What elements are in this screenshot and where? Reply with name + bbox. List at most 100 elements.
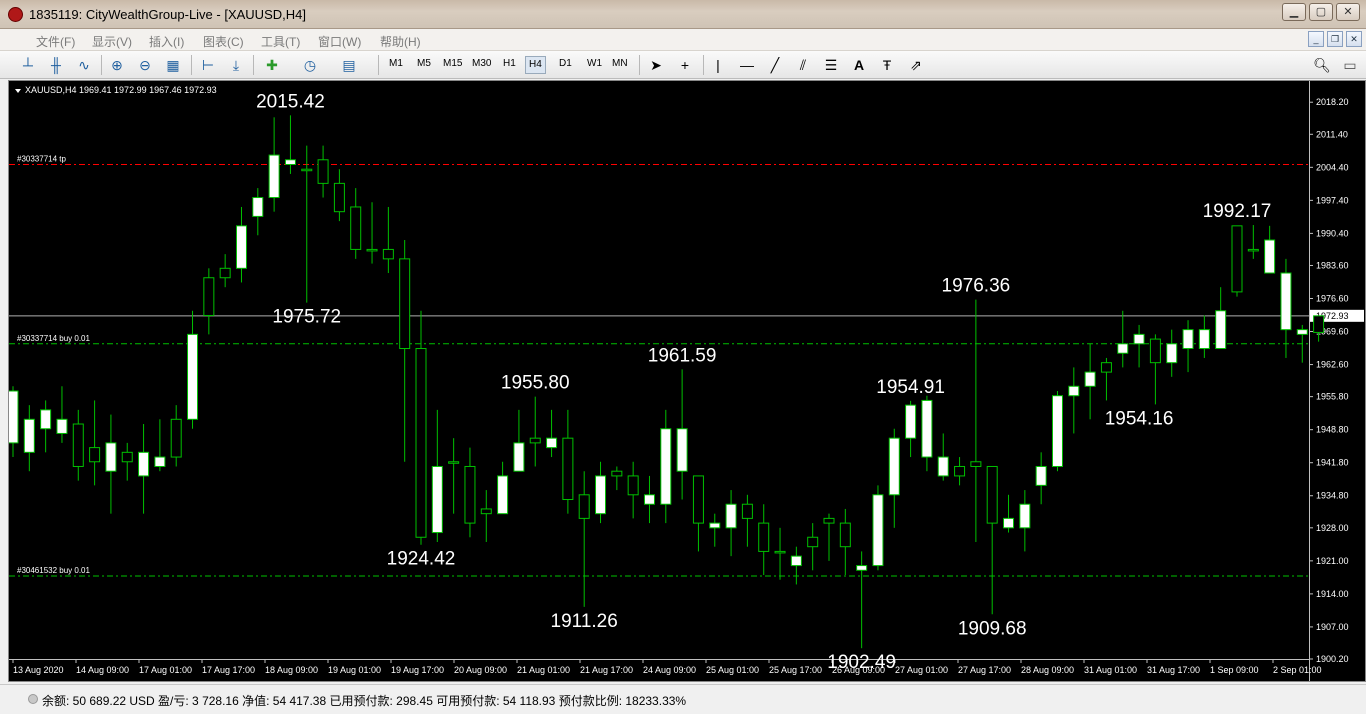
bear-candle: [1264, 239, 1276, 274]
bull-candle: [366, 248, 378, 252]
order-line-label: #30337714 tp: [17, 154, 66, 163]
zoom-out-icon[interactable]: ⊖: [135, 55, 155, 75]
timeframe-h4[interactable]: H4: [525, 56, 546, 74]
timeframe-mn[interactable]: MN: [612, 58, 628, 69]
bull-candle: [170, 418, 182, 458]
bull-candle: [219, 267, 231, 279]
bull-candle: [121, 451, 133, 463]
tile-windows-icon[interactable]: ▦: [163, 55, 183, 75]
bull-candle: [529, 437, 541, 444]
price-chart[interactable]: 2018.20 2011.40 2004.40 1997.40 1990.40 1983.…: [9, 81, 1365, 681]
price-tick-label: 1955.80: [1316, 392, 1349, 402]
bull-candle: [741, 503, 753, 519]
timeframe-m5[interactable]: M5: [417, 58, 431, 69]
bear-candle: [23, 418, 35, 453]
bear-candle: [497, 475, 509, 515]
timeframe-d1[interactable]: D1: [559, 58, 572, 69]
bear-candle: [1117, 343, 1129, 354]
menu-view[interactable]: 显示(V): [92, 33, 132, 50]
time-tick-label: 31 Aug 01:00: [1084, 665, 1137, 675]
menu-charts[interactable]: 图表(C): [203, 33, 244, 50]
price-tick-label: 1990.40: [1316, 228, 1349, 238]
menu-insert[interactable]: 插入(I): [149, 33, 184, 50]
bear-candle: [1003, 517, 1015, 529]
price-tick-label: 1941.80: [1316, 458, 1349, 468]
maximize-button[interactable]: ▢: [1309, 3, 1333, 21]
menu-window[interactable]: 窗口(W): [318, 33, 361, 50]
order-line-label: #30337714 buy 0.01: [17, 334, 91, 343]
bull-candle: [986, 465, 998, 524]
trendline-icon[interactable]: ╱: [765, 55, 785, 75]
time-tick-label: 2 Sep 01:00: [1273, 665, 1322, 675]
timeframe-w1[interactable]: W1: [587, 58, 602, 69]
bear-candle: [154, 456, 166, 467]
price-tick-label: 1921.00: [1316, 556, 1349, 566]
periods-icon[interactable]: ◷: [300, 55, 320, 75]
chat-icon[interactable]: ▭: [1340, 55, 1360, 75]
price-tick-label: 2004.40: [1316, 162, 1349, 172]
search-icon[interactable]: 🔍︎: [1312, 55, 1332, 75]
bull-candle: [954, 465, 966, 477]
bear-candle: [138, 451, 150, 477]
cursor-icon[interactable]: ➤: [646, 55, 666, 75]
line-chart-icon[interactable]: ∿: [74, 55, 94, 75]
bear-candle: [1182, 329, 1194, 350]
bear-candle: [546, 437, 558, 449]
bear-candle: [856, 565, 868, 571]
bull-candle: [301, 168, 313, 172]
time-tick-label: 14 Aug 09:00: [76, 665, 129, 675]
price-tick-label: 2011.40: [1316, 129, 1348, 139]
time-tick-label: 17 Aug 17:00: [202, 665, 255, 675]
timeframe-m30[interactable]: M30: [472, 58, 491, 69]
bull-candle: [823, 517, 835, 524]
candlestick-icon[interactable]: ╫: [46, 55, 66, 75]
arrows-icon[interactable]: ⇗: [906, 55, 926, 75]
chart-shift-icon[interactable]: ⊢: [198, 55, 218, 75]
time-tick-label: 27 Aug 01:00: [895, 665, 948, 675]
time-tick-label: 19 Aug 17:00: [391, 665, 444, 675]
mdi-close-button[interactable]: ✕: [1346, 31, 1362, 47]
app-logo-icon: [8, 7, 23, 22]
bear-candle: [872, 494, 884, 567]
auto-scroll-icon[interactable]: ⤓: [226, 55, 246, 75]
price-annotation: 1911.26: [551, 611, 618, 632]
crosshair-icon[interactable]: +: [675, 55, 695, 75]
timeframe-m15[interactable]: M15: [443, 58, 462, 69]
bear-candle: [595, 475, 607, 515]
fibonacci-icon[interactable]: ☰: [821, 55, 841, 75]
menu-file[interactable]: 文件(F): [36, 33, 75, 50]
menu-tools[interactable]: 工具(T): [261, 33, 300, 50]
mdi-restore-button[interactable]: ❐: [1327, 31, 1343, 47]
menu-help[interactable]: 帮助(H): [380, 33, 421, 50]
price-tick-label: 1900.20: [1316, 654, 1349, 664]
bear-candle: [513, 442, 525, 472]
time-tick-label: 25 Aug 17:00: [769, 665, 822, 675]
bear-candle: [1133, 333, 1145, 345]
new-indicator-icon[interactable]: ✚: [262, 55, 282, 75]
bear-candle: [1084, 371, 1096, 387]
timeframe-m1[interactable]: M1: [389, 58, 403, 69]
text-icon[interactable]: A: [849, 55, 869, 75]
bull-candle: [333, 182, 345, 213]
price-tick-label: 1983.60: [1316, 260, 1349, 270]
chart-window[interactable]: 2018.20 2011.40 2004.40 1997.40 1990.40 1983.…: [8, 80, 1366, 682]
horizontal-line-icon[interactable]: —: [737, 55, 757, 75]
menu-bar: 文件(F) 显示(V) 插入(I) 图表(C) 工具(T) 窗口(W) 帮助(H…: [0, 29, 1366, 51]
timeframe-h1[interactable]: H1: [503, 58, 516, 69]
bar-chart-icon[interactable]: ┴: [18, 55, 38, 75]
templates-icon[interactable]: ▤: [339, 55, 359, 75]
close-button[interactable]: ✕: [1336, 3, 1360, 21]
vertical-line-icon[interactable]: |: [708, 55, 728, 75]
mdi-minimize-button[interactable]: _: [1308, 31, 1324, 47]
text-label-icon[interactable]: Ŧ: [877, 55, 897, 75]
bear-candle: [905, 404, 917, 439]
bull-candle: [317, 159, 329, 184]
zoom-in-icon[interactable]: ⊕: [107, 55, 127, 75]
equidistant-channel-icon[interactable]: ⫽: [793, 55, 813, 75]
bear-candle: [790, 555, 802, 567]
bull-candle: [807, 536, 819, 548]
bull-candle: [399, 258, 411, 350]
status-bar: 余额: 50 689.22 USD 盈/亏: 3 728.16 净值: 54 4…: [0, 684, 1366, 714]
minimize-button[interactable]: ▁: [1282, 3, 1306, 21]
bull-candle: [562, 437, 574, 501]
